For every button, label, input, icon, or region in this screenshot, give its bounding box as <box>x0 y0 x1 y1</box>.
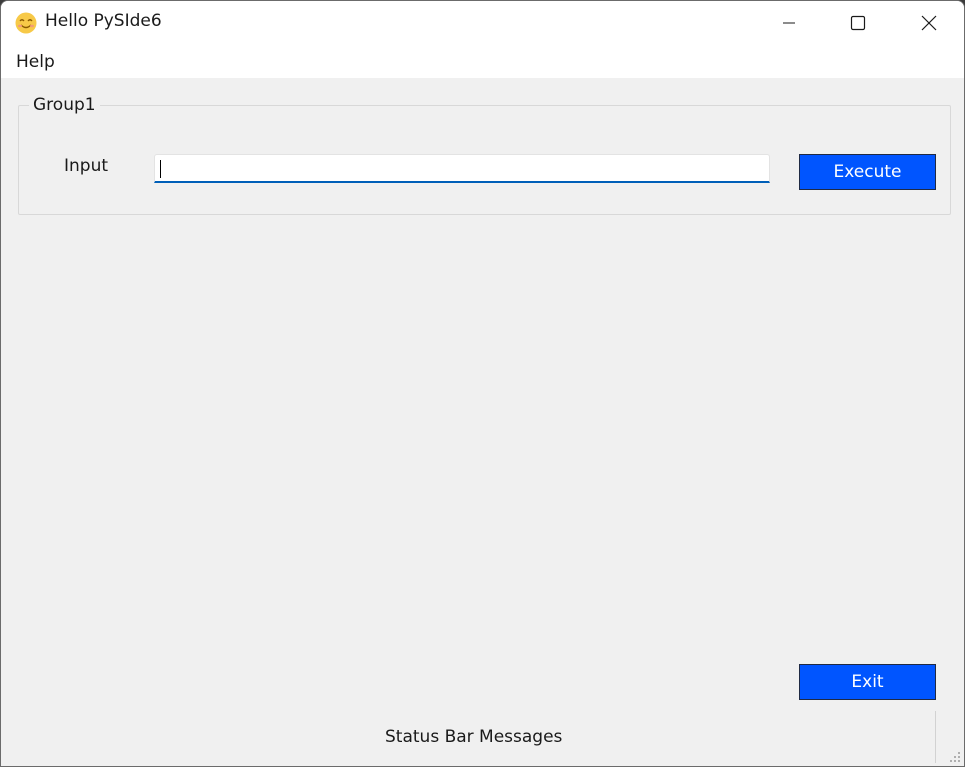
group-title: Group1 <box>29 94 100 116</box>
menu-bar: Help <box>1 45 964 78</box>
exit-button-label: Exit <box>851 672 884 692</box>
smiling-face-icon <box>15 12 37 34</box>
title-bar[interactable]: Hello PySIde6 <box>1 1 964 45</box>
menu-item-help[interactable]: Help <box>11 51 60 73</box>
execute-button[interactable]: Execute <box>799 154 936 190</box>
main-window: Hello PySIde6 Help Group1 Input Execute <box>0 0 965 767</box>
close-icon <box>921 15 937 31</box>
exit-button[interactable]: Exit <box>799 664 936 700</box>
input-label: Input <box>64 156 109 176</box>
maximize-button[interactable] <box>823 1 893 45</box>
maximize-icon <box>850 15 866 31</box>
input-field[interactable] <box>154 154 770 183</box>
window-title: Hello PySIde6 <box>45 11 162 31</box>
execute-button-label: Execute <box>833 162 902 182</box>
status-bar-message: Status Bar Messages <box>385 727 563 747</box>
size-grip-icon[interactable] <box>949 751 961 763</box>
close-button[interactable] <box>894 1 964 45</box>
minimize-button[interactable] <box>754 1 824 45</box>
status-bar-separator <box>935 711 936 763</box>
minimize-icon <box>783 22 795 24</box>
text-caret <box>160 160 161 178</box>
